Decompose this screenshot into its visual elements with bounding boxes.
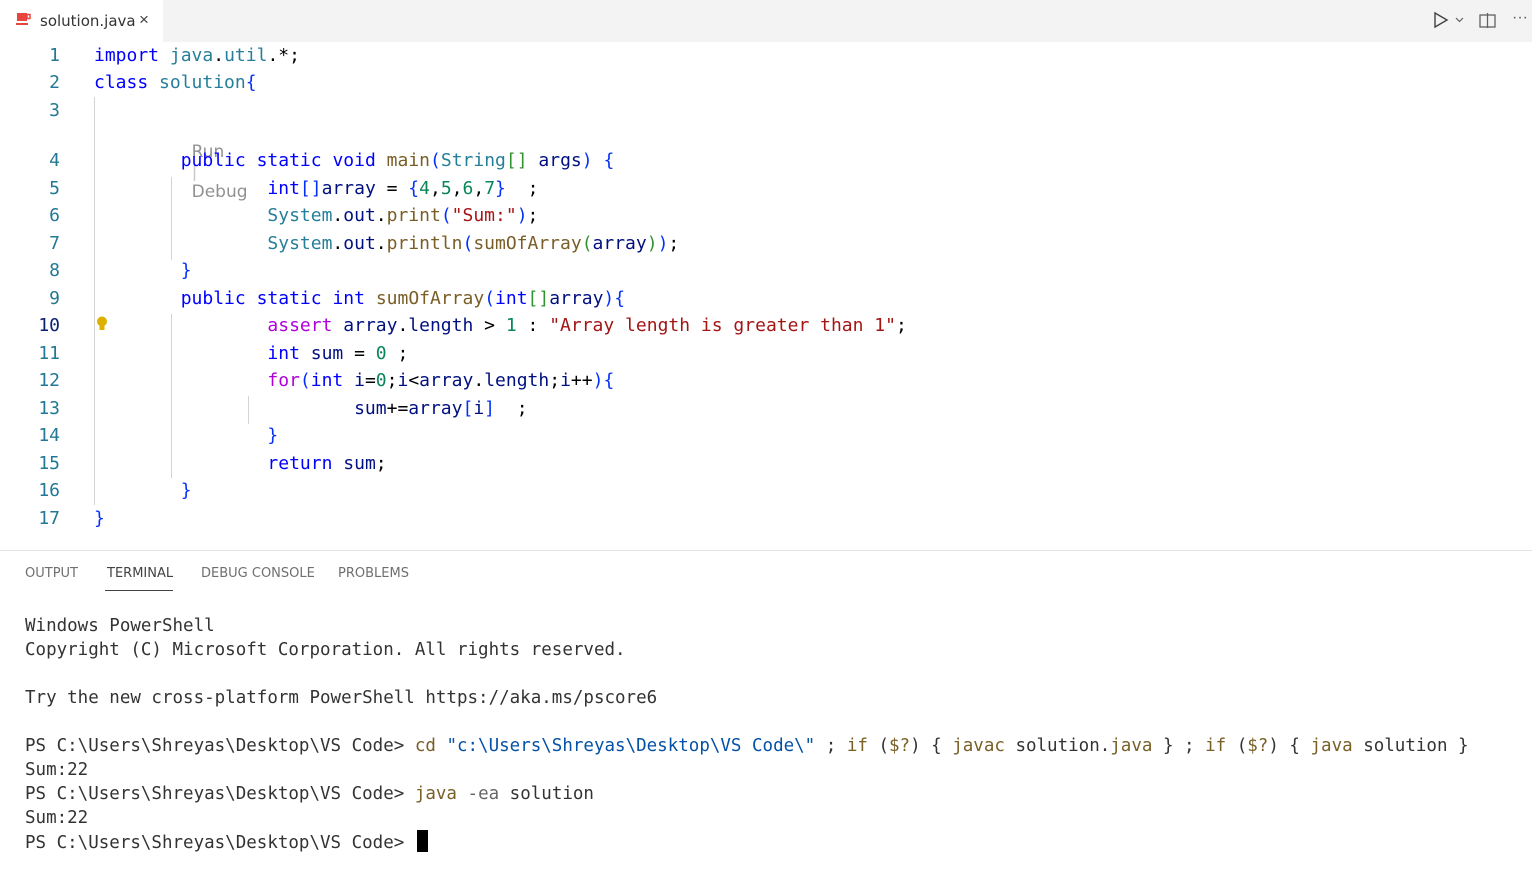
code-text: System.out.print("Sum:");	[267, 205, 539, 226]
code-text: for(int i=0;i<array.length;i++){	[267, 370, 615, 391]
terminal-cursor	[416, 830, 428, 852]
line-number: 4	[49, 150, 60, 171]
code-text: assert array.length > 1 : "Array length …	[267, 315, 907, 336]
line-number: 8	[49, 260, 60, 281]
terminal-line: PS C:\Users\Shreyas\Desktop\VS Code> jav…	[25, 784, 594, 804]
run-icon[interactable]	[1432, 11, 1450, 29]
terminal-prompt: PS C:\Users\Shreyas\Desktop\VS Code>	[25, 833, 415, 853]
line-number: 10	[38, 315, 60, 336]
line-number: 13	[38, 398, 60, 419]
tab-title: solution.java	[40, 12, 136, 30]
line-number: 12	[38, 370, 60, 391]
panel-tab-bar: OUTPUT TERMINAL DEBUG CONSOLE PROBLEMS	[0, 556, 1532, 596]
code-editor[interactable]: Run | Debug 1 import java.util.*; 2 class s…	[0, 42, 1532, 550]
tab-output[interactable]: OUTPUT	[25, 566, 78, 581]
line-number: 5	[49, 178, 60, 199]
code-text: sum+=array[i] ;	[354, 398, 528, 419]
code-text: }	[267, 425, 279, 446]
editor-tab-bar: solution.java × ···	[0, 0, 1532, 42]
code-text: }	[180, 260, 192, 281]
close-icon[interactable]: ×	[139, 10, 149, 30]
terminal[interactable]: Windows PowerShell Copyright (C) Microso…	[25, 614, 1469, 854]
code-text: return sum;	[267, 453, 387, 474]
tab-solution-java[interactable]: solution.java ×	[0, 0, 163, 42]
active-tab-indicator	[105, 590, 173, 591]
line-number: 16	[38, 480, 60, 501]
line-number: 2	[49, 72, 60, 93]
code-text: int sum = 0 ;	[267, 343, 409, 364]
line-number: 6	[49, 205, 60, 226]
tab-debug-console[interactable]: DEBUG CONSOLE	[201, 566, 315, 581]
code-text: int[]array = {4,5,6,7} ;	[267, 178, 539, 199]
tab-terminal[interactable]: TERMINAL	[107, 566, 173, 581]
terminal-line: Sum:22	[25, 808, 89, 828]
line-number: 3	[49, 100, 60, 121]
code-text: System.out.println(sumOfArray(array));	[267, 233, 680, 254]
line-number: 17	[38, 508, 60, 529]
line-number: 7	[49, 233, 60, 254]
terminal-line: Windows PowerShell	[25, 616, 215, 636]
code-text: }	[180, 480, 192, 501]
tab-problems[interactable]: PROBLEMS	[338, 566, 409, 581]
code-text: public static int sumOfArray(int[]array)…	[180, 288, 626, 309]
line-number: 1	[49, 45, 60, 66]
split-editor-icon[interactable]	[1479, 12, 1497, 29]
panel-border	[0, 550, 1532, 551]
code-text: class solution{	[94, 72, 257, 93]
terminal-line: PS C:\Users\Shreyas\Desktop\VS Code> cd …	[25, 736, 1469, 756]
terminal-line: Sum:22	[25, 760, 89, 780]
terminal-line: Try the new cross-platform PowerShell ht…	[25, 688, 658, 708]
java-coffee-icon	[16, 13, 31, 25]
code-text: }	[94, 508, 105, 529]
line-number: 15	[38, 453, 60, 474]
terminal-prompt-line: PS C:\Users\Shreyas\Desktop\VS Code>	[25, 830, 1469, 854]
code-text: import java.util.*;	[94, 45, 300, 66]
line-number: 14	[38, 425, 60, 446]
line-number: 9	[49, 288, 60, 309]
code-text: public static void main(String[] args) {	[180, 150, 615, 171]
line-number: 11	[38, 343, 60, 364]
chevron-down-icon[interactable]	[1455, 16, 1464, 24]
terminal-line: Copyright (C) Microsoft Corporation. All…	[25, 640, 626, 660]
more-actions-icon[interactable]: ···	[1512, 9, 1528, 27]
